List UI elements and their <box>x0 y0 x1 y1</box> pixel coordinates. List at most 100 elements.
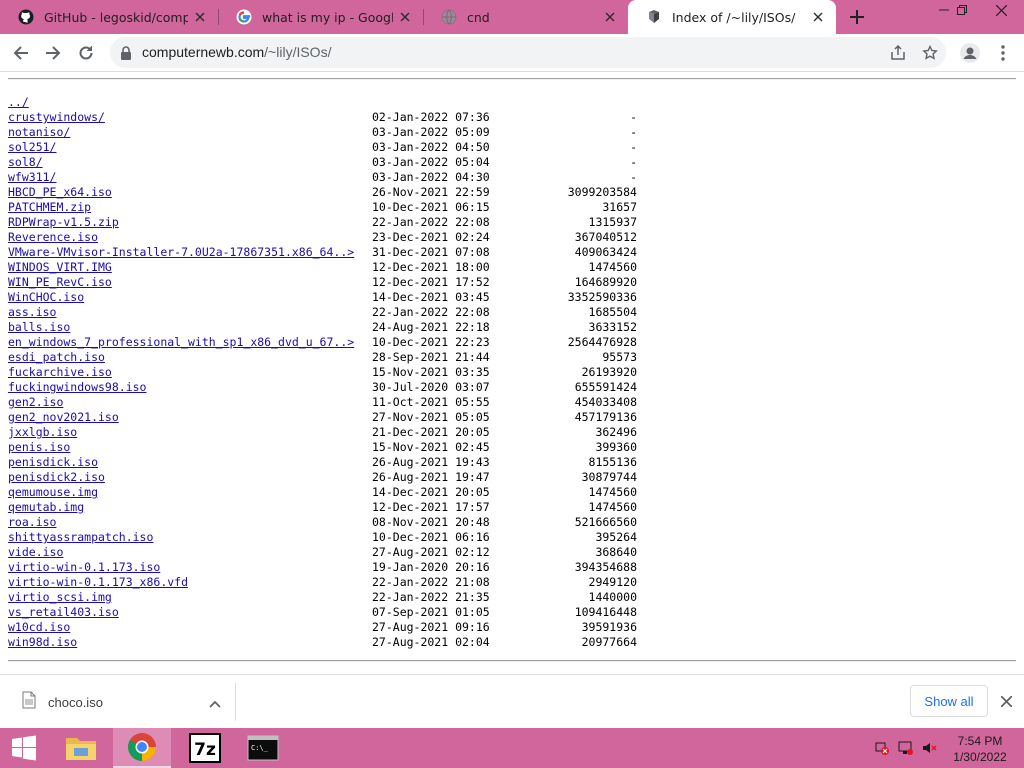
file-link[interactable]: vide.iso <box>8 545 63 560</box>
file-link[interactable]: vs_retail403.iso <box>8 605 119 620</box>
bookmark-star-icon[interactable] <box>920 43 940 63</box>
arrow-right-icon <box>46 46 61 60</box>
file-link[interactable]: fuckingwindows98.iso <box>8 380 146 395</box>
file-link[interactable]: RDPWrap-v1.5.zip <box>8 215 119 230</box>
close-icon[interactable] <box>806 5 830 29</box>
tab-github[interactable]: GitHub - legoskid/compile <box>0 0 218 34</box>
file-date: 10-Dec-2021 06:15 <box>372 200 490 214</box>
svg-text:7z: 7z <box>194 740 216 760</box>
file-link[interactable]: sol8/ <box>8 155 43 170</box>
file-date: 15-Nov-2021 03:35 <box>372 365 490 379</box>
file-link[interactable]: wfw311/ <box>8 170 56 185</box>
close-shelf-button[interactable] <box>996 691 1016 711</box>
file-link[interactable]: gen2_nov2021.iso <box>8 410 119 425</box>
new-tab-button[interactable] <box>844 5 870 29</box>
tab-cnd[interactable]: cnd <box>423 0 628 34</box>
file-date: 12-Dec-2021 17:57 <box>372 500 490 514</box>
file-size: 3352590336 <box>567 290 637 304</box>
reload-button[interactable] <box>73 40 99 66</box>
plus-icon <box>850 10 864 24</box>
taskbar-file-explorer[interactable] <box>52 728 110 768</box>
file-date: 27-Aug-2021 02:12 <box>372 545 490 559</box>
file-link[interactable]: fuckarchive.iso <box>8 365 112 380</box>
volume-muted-icon[interactable] <box>922 740 938 756</box>
file-link[interactable]: PATCHMEM.zip <box>8 200 91 215</box>
tab-strip: GitHub - legoskid/compile what is my ip … <box>0 0 1024 34</box>
file-link[interactable]: shittyassrampatch.iso <box>8 530 153 545</box>
show-all-button[interactable]: Show all <box>910 685 988 717</box>
file-link[interactable]: win98d.iso <box>8 635 77 650</box>
file-link[interactable]: balls.iso <box>8 320 70 335</box>
start-button[interactable] <box>0 728 48 768</box>
chevron-up-icon[interactable] <box>209 693 221 712</box>
file-link[interactable]: esdi_patch.iso <box>8 350 105 365</box>
close-window-button[interactable] <box>978 0 1024 20</box>
clock-time: 7:54 PM <box>957 734 1003 748</box>
file-link[interactable]: WINDOS_VIRT.IMG <box>8 260 112 275</box>
file-date: 10-Dec-2021 06:16 <box>372 530 490 544</box>
file-size: 457179136 <box>574 410 637 424</box>
system-clock[interactable]: 7:54 PM 1/30/2022 <box>940 733 1020 765</box>
file-size: 368640 <box>595 545 637 559</box>
url-text: computernewb.com/~lily/ISOs/ <box>142 44 331 60</box>
kebab-menu-icon <box>1001 45 1005 61</box>
file-link[interactable]: virtio-win-0.1.173_x86.vfd <box>8 575 188 590</box>
network-warning-icon[interactable] <box>874 740 890 756</box>
forward-button[interactable] <box>40 40 66 66</box>
restore-icon <box>957 5 967 15</box>
network-icon[interactable] <box>898 740 914 756</box>
taskbar-7zip[interactable]: 7z <box>176 728 234 768</box>
file-link[interactable]: w10cd.iso <box>8 620 70 635</box>
file-size: 26193920 <box>581 365 637 379</box>
bottom-divider <box>8 660 1016 662</box>
file-link[interactable]: WIN_PE_RevC.iso <box>8 275 112 290</box>
file-date: 22-Jan-2022 22:08 <box>372 305 490 319</box>
file-size: 399360 <box>595 440 637 454</box>
file-date: 27-Nov-2021 05:05 <box>372 410 490 424</box>
close-icon[interactable] <box>393 5 417 29</box>
file-date: 27-Aug-2021 09:16 <box>372 620 490 634</box>
file-link[interactable]: qemumouse.img <box>8 485 98 500</box>
menu-button[interactable] <box>990 40 1016 66</box>
file-link[interactable]: roa.iso <box>8 515 56 530</box>
reload-icon <box>79 46 93 60</box>
profile-button[interactable] <box>957 40 983 66</box>
file-link[interactable]: gen2.iso <box>8 395 63 410</box>
file-date: 12-Dec-2021 17:52 <box>372 275 490 289</box>
close-icon[interactable] <box>598 5 622 29</box>
file-link[interactable]: penisdick.iso <box>8 455 98 470</box>
close-icon <box>1000 695 1012 707</box>
file-size: 2949120 <box>588 575 637 589</box>
file-link[interactable]: en_windows_7_professional_with_sp1_x86_d… <box>8 335 354 350</box>
tab-index-isos[interactable]: Index of /~lily/ISOs/ <box>628 0 836 34</box>
address-bar[interactable]: computernewb.com/~lily/ISOs/ <box>110 37 946 68</box>
file-link[interactable]: Reverence.iso <box>8 230 98 245</box>
file-link[interactable]: ass.iso <box>8 305 56 320</box>
tab-google[interactable]: what is my ip - Google Sea <box>218 0 423 34</box>
file-link[interactable]: WinCHOC.iso <box>8 290 84 305</box>
file-link[interactable]: HBCD_PE_x64.iso <box>8 185 112 200</box>
close-icon[interactable] <box>188 5 212 29</box>
file-link[interactable]: virtio_scsi.img <box>8 590 112 605</box>
file-link[interactable]: penis.iso <box>8 440 70 455</box>
file-link[interactable]: sol251/ <box>8 140 56 155</box>
file-link[interactable]: virtio-win-0.1.173.iso <box>8 560 160 575</box>
file-link[interactable]: notaniso/ <box>8 125 70 140</box>
restore-button[interactable] <box>946 0 978 20</box>
file-link[interactable]: VMware-VMvisor-Installer-7.0U2a-17867351… <box>8 245 354 260</box>
taskbar-chrome[interactable] <box>113 728 171 768</box>
file-size: 3099203584 <box>567 185 637 199</box>
taskbar-command-prompt[interactable]: C:\_ <box>234 728 292 768</box>
back-button[interactable] <box>8 40 34 66</box>
file-size: 31657 <box>602 200 637 214</box>
file-icon <box>22 691 36 713</box>
file-link[interactable]: penisdick2.iso <box>8 470 105 485</box>
file-link[interactable]: ../ <box>8 95 29 110</box>
file-link[interactable]: crustywindows/ <box>8 110 105 125</box>
file-link[interactable]: qemutab.img <box>8 500 84 515</box>
file-link[interactable]: jxxlgb.iso <box>8 425 77 440</box>
arrow-left-icon <box>13 46 28 60</box>
download-shelf: choco.iso Show all <box>0 674 1024 728</box>
share-icon[interactable] <box>888 43 908 63</box>
download-item[interactable]: choco.iso <box>10 683 236 721</box>
